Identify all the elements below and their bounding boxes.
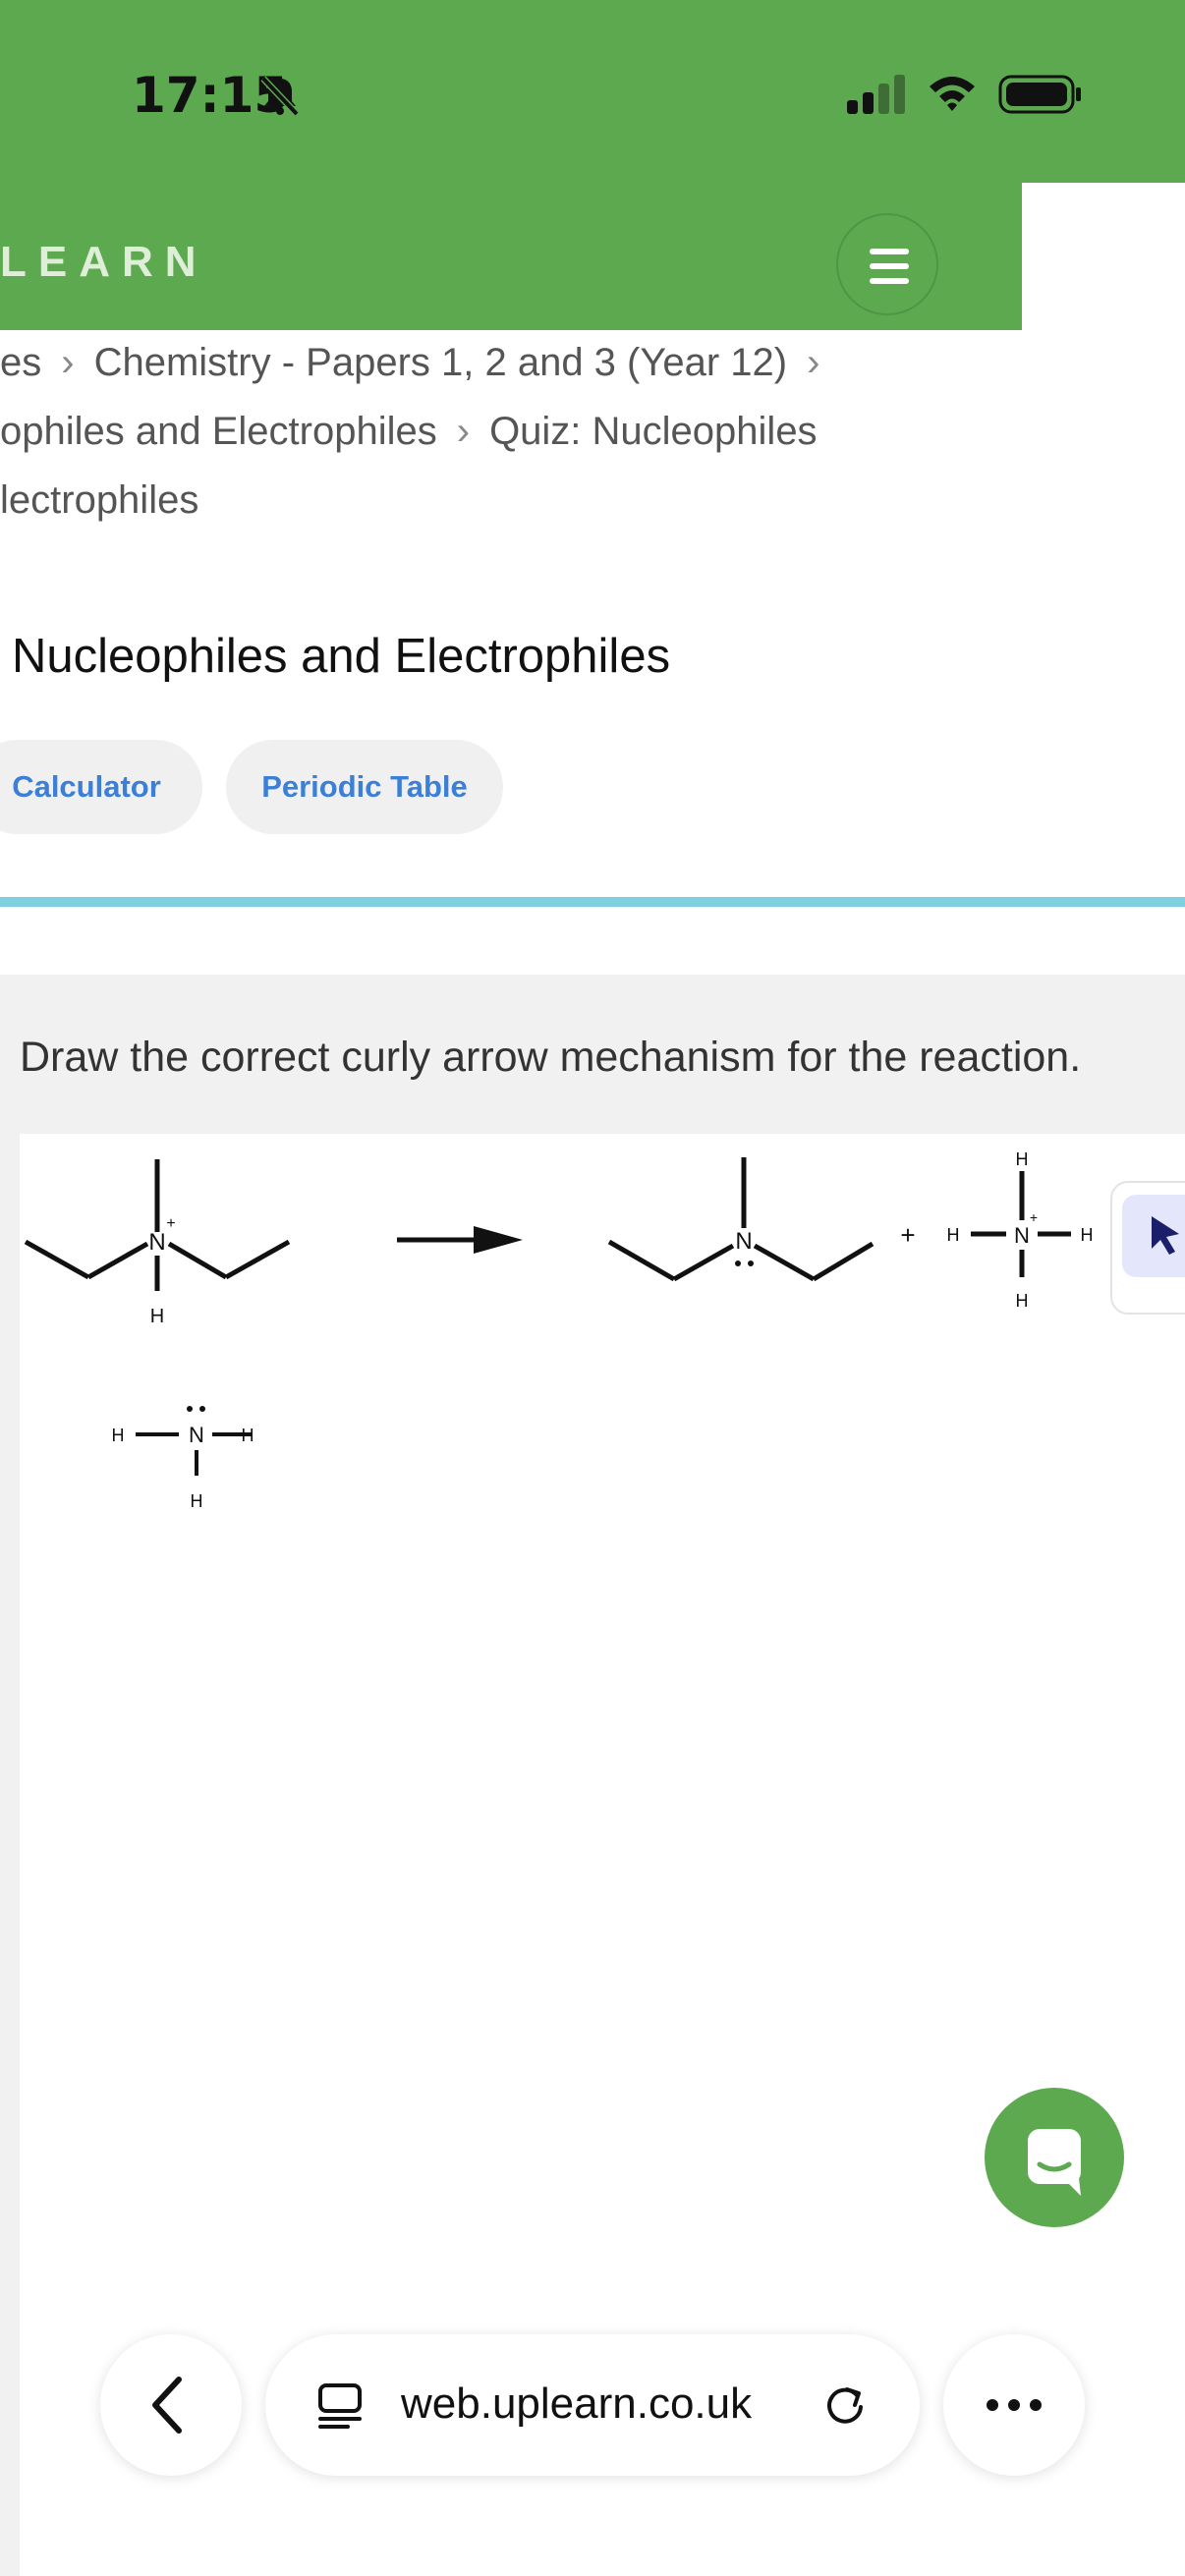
charge-label: +: [166, 1215, 175, 1232]
ammonia-molecule[interactable]: N H H H: [112, 1406, 254, 1511]
chevron-right-icon: ›: [456, 410, 471, 453]
charge-label: +: [1030, 1209, 1038, 1225]
atom-label: H: [947, 1225, 960, 1245]
atom-label: H: [1016, 1291, 1029, 1311]
chat-button[interactable]: [985, 2088, 1124, 2227]
atom-label: N: [1014, 1223, 1030, 1248]
product-amine[interactable]: N: [607, 1157, 875, 1282]
atom-label: N: [189, 1423, 204, 1447]
breadcrumb-item[interactable]: es: [0, 341, 41, 384]
lone-pair: [735, 1260, 741, 1266]
chat-bubble-icon: [1028, 2129, 1081, 2196]
lone-pair: [187, 1406, 193, 1412]
atom-label: N: [735, 1228, 752, 1255]
breadcrumb-item[interactable]: Chemistry - Papers 1, 2 and 3 (Year 12): [94, 341, 788, 384]
progress-divider: [0, 897, 1185, 907]
address-bar[interactable]: web.uplearn.co.uk: [265, 2334, 920, 2476]
atom-label: H: [1081, 1225, 1094, 1245]
hamburger-icon: [870, 249, 909, 254]
page-title: Nucleophiles and Electrophiles: [12, 630, 671, 683]
atom-label: N: [148, 1229, 165, 1256]
wifi-icon: [930, 77, 975, 111]
cursor-arrow-icon: [1152, 1216, 1179, 1255]
reload-icon[interactable]: [818, 2378, 873, 2433]
app-header: LEARN: [0, 183, 1022, 330]
breadcrumb-item[interactable]: lectrophiles: [0, 478, 198, 522]
logo[interactable]: LEARN: [0, 238, 208, 287]
atom-label: H: [242, 1426, 254, 1445]
select-tool-button[interactable]: [1122, 1195, 1185, 1277]
bell-slash-icon: [260, 76, 300, 117]
atom-label: H: [112, 1426, 125, 1445]
signal-icon: [847, 75, 905, 114]
menu-button[interactable]: [836, 213, 938, 315]
reactant-molecule[interactable]: N + H: [24, 1159, 291, 1327]
reaction-diagram: N + H N + H N + H H H N H H H: [24, 1149, 1094, 1511]
url-text: web.uplearn.co.uk: [401, 2380, 753, 2428]
browser-back-button[interactable]: [100, 2334, 242, 2476]
status-bar: 17:15: [0, 0, 1185, 183]
breadcrumb-item[interactable]: ophiles and Electrophiles: [0, 410, 437, 453]
more-dots-icon: [987, 2399, 1042, 2411]
tab-icon: [318, 2383, 362, 2429]
periodic-table-button[interactable]: Periodic Table: [226, 740, 503, 834]
breadcrumb-item[interactable]: Quiz: Nucleophiles: [489, 410, 818, 453]
more-options-button[interactable]: [943, 2334, 1085, 2476]
atom-label: H: [191, 1491, 203, 1511]
atom-label: H: [1016, 1149, 1029, 1169]
atom-label: H: [150, 1306, 164, 1327]
reaction-arrow: [397, 1226, 523, 1254]
chevron-left-icon: [152, 2377, 182, 2434]
plus-sign: +: [900, 1220, 915, 1250]
chevron-right-icon: ›: [807, 341, 820, 384]
chevron-right-icon: ›: [61, 341, 75, 384]
battery-icon: [998, 75, 1081, 114]
ammonium-ion[interactable]: H N + H H H: [947, 1149, 1094, 1311]
calculator-button[interactable]: Calculator: [0, 740, 202, 834]
question-prompt: Draw the correct curly arrow mechanism f…: [20, 1034, 1082, 1081]
